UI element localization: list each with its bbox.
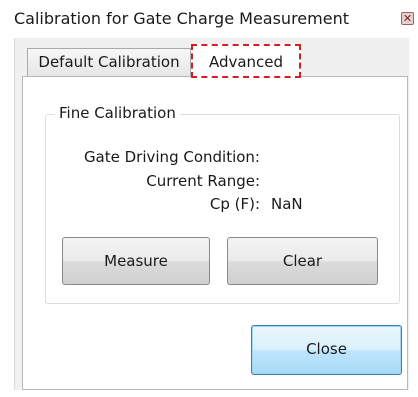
calibration-dialog: Calibration for Gate Charge Measurement … — [0, 0, 418, 397]
cp-label: Cp (F): — [209, 195, 260, 213]
measure-button[interactable]: Measure — [62, 237, 210, 285]
gate-driving-condition-label: Gate Driving Condition: — [83, 148, 260, 166]
tab-advanced[interactable]: Advanced — [191, 44, 301, 78]
clear-button[interactable]: Clear — [227, 237, 378, 285]
cp-value: NaN — [271, 195, 303, 213]
title-bar: Calibration for Gate Charge Measurement … — [0, 0, 418, 38]
fine-calibration-title: Fine Calibration — [55, 104, 180, 122]
close-icon[interactable]: ✕ — [401, 12, 414, 25]
window-title: Calibration for Gate Charge Measurement — [14, 9, 349, 28]
close-button[interactable]: Close — [251, 325, 402, 375]
tab-default-calibration[interactable]: Default Calibration — [27, 48, 191, 76]
current-range-label: Current Range: — [146, 172, 260, 190]
